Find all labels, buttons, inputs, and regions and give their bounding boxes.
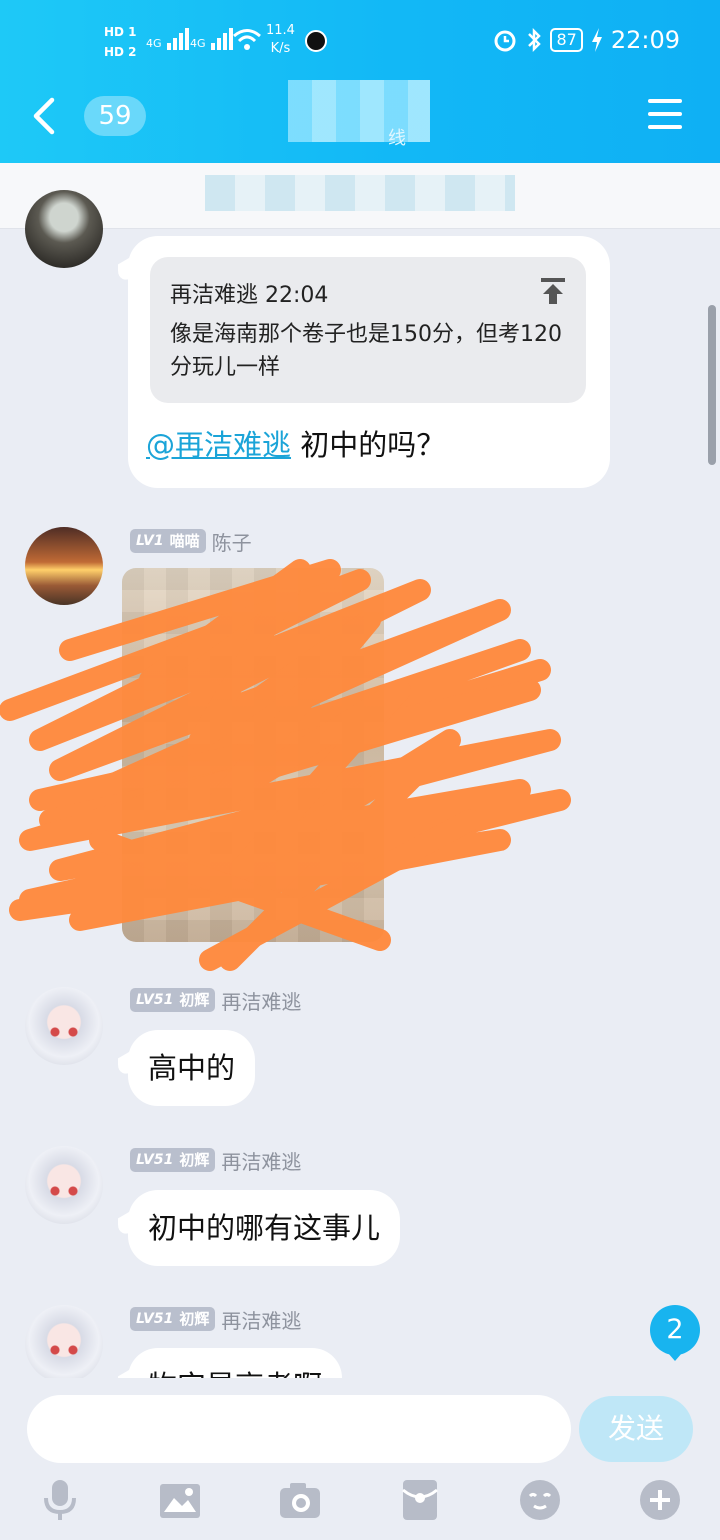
microphone-icon[interactable]	[38, 1478, 82, 1522]
sender-meta: LV51 初辉 再洁难逃	[130, 1305, 301, 1334]
composer: 发送	[0, 1378, 720, 1540]
avatar[interactable]	[25, 190, 103, 268]
new-message-badge[interactable]: 2	[650, 1305, 700, 1361]
scribble-redaction	[0, 559, 571, 971]
clock: 22:09	[610, 26, 680, 54]
message-bubble[interactable]: 高中的	[128, 1030, 256, 1106]
pinned-notice-bar[interactable]	[0, 163, 720, 229]
level-badge: LV51 初辉	[130, 1148, 216, 1172]
reply-text-line: @再洁难逃 初中的吗？	[146, 422, 445, 464]
back-arrow-icon[interactable]	[28, 96, 62, 136]
message-text: 初中的吗？	[300, 428, 446, 462]
quote-header: 再洁难逃 22:04	[170, 283, 329, 308]
sim2-label: HD 2	[104, 45, 137, 59]
chat-subtitle: 线	[388, 128, 406, 149]
bluetooth-icon	[528, 27, 542, 53]
charging-icon	[591, 28, 602, 52]
wifi-icon	[233, 29, 261, 50]
sim1-label: HD 1	[104, 25, 137, 39]
image-icon[interactable]	[158, 1478, 202, 1522]
send-button[interactable]: 发送	[579, 1396, 693, 1462]
signal-bars-icon	[167, 28, 190, 50]
level-badge: LV51 初辉	[130, 1307, 216, 1331]
level-badge: LV51 初辉	[130, 988, 216, 1012]
jump-to-top-icon[interactable]	[540, 277, 566, 305]
composer-toolbar	[0, 1478, 720, 1528]
message-input[interactable]	[27, 1395, 571, 1463]
yin-yang-icon	[305, 30, 327, 52]
unread-count-badge[interactable]: 59	[84, 96, 146, 136]
status-bar: HD 1 HD 2 4G 4G 11.4 K/s 87 22:09	[0, 18, 720, 68]
scrollbar[interactable]	[708, 305, 716, 465]
alarm-icon	[494, 30, 516, 52]
notice-redacted	[205, 175, 515, 211]
signal-2: 4G	[190, 28, 235, 50]
sender-meta: LV51 初辉 再洁难逃	[130, 986, 301, 1015]
quoted-message[interactable]: 再洁难逃 22:04 像是海南那个卷子也是150分，但考120分玩儿一样	[150, 257, 586, 403]
sender-name[interactable]: 再洁难逃	[221, 986, 301, 1015]
status-right: 87 22:09	[492, 26, 680, 54]
sender-name[interactable]: 再洁难逃	[221, 1305, 301, 1334]
sender-name[interactable]: 再洁难逃	[221, 1146, 301, 1175]
signal-1: 4G	[146, 28, 191, 50]
menu-icon[interactable]	[648, 99, 682, 129]
quote-text: 像是海南那个卷子也是150分，但考120分玩儿一样	[170, 322, 562, 380]
red-packet-icon[interactable]	[398, 1478, 442, 1522]
sim-indicators: HD 1 HD 2	[104, 22, 137, 62]
emoji-icon[interactable]	[518, 1478, 562, 1522]
net-speed: 11.4 K/s	[266, 23, 295, 56]
chat-title-redacted[interactable]	[288, 80, 430, 142]
avatar[interactable]	[25, 987, 103, 1065]
message-bubble[interactable]: 初中的哪有这事儿	[128, 1190, 401, 1266]
battery-level: 87	[550, 28, 583, 52]
camera-icon[interactable]	[278, 1478, 322, 1522]
avatar[interactable]	[25, 1305, 103, 1383]
sender-meta: LV51 初辉 再洁难逃	[130, 1146, 301, 1175]
plus-icon[interactable]	[638, 1478, 682, 1522]
mention-link[interactable]: @再洁难逃	[146, 428, 291, 462]
avatar[interactable]	[25, 1146, 103, 1224]
top-bar: HD 1 HD 2 4G 4G 11.4 K/s 87 22:09 59 线	[0, 0, 720, 163]
